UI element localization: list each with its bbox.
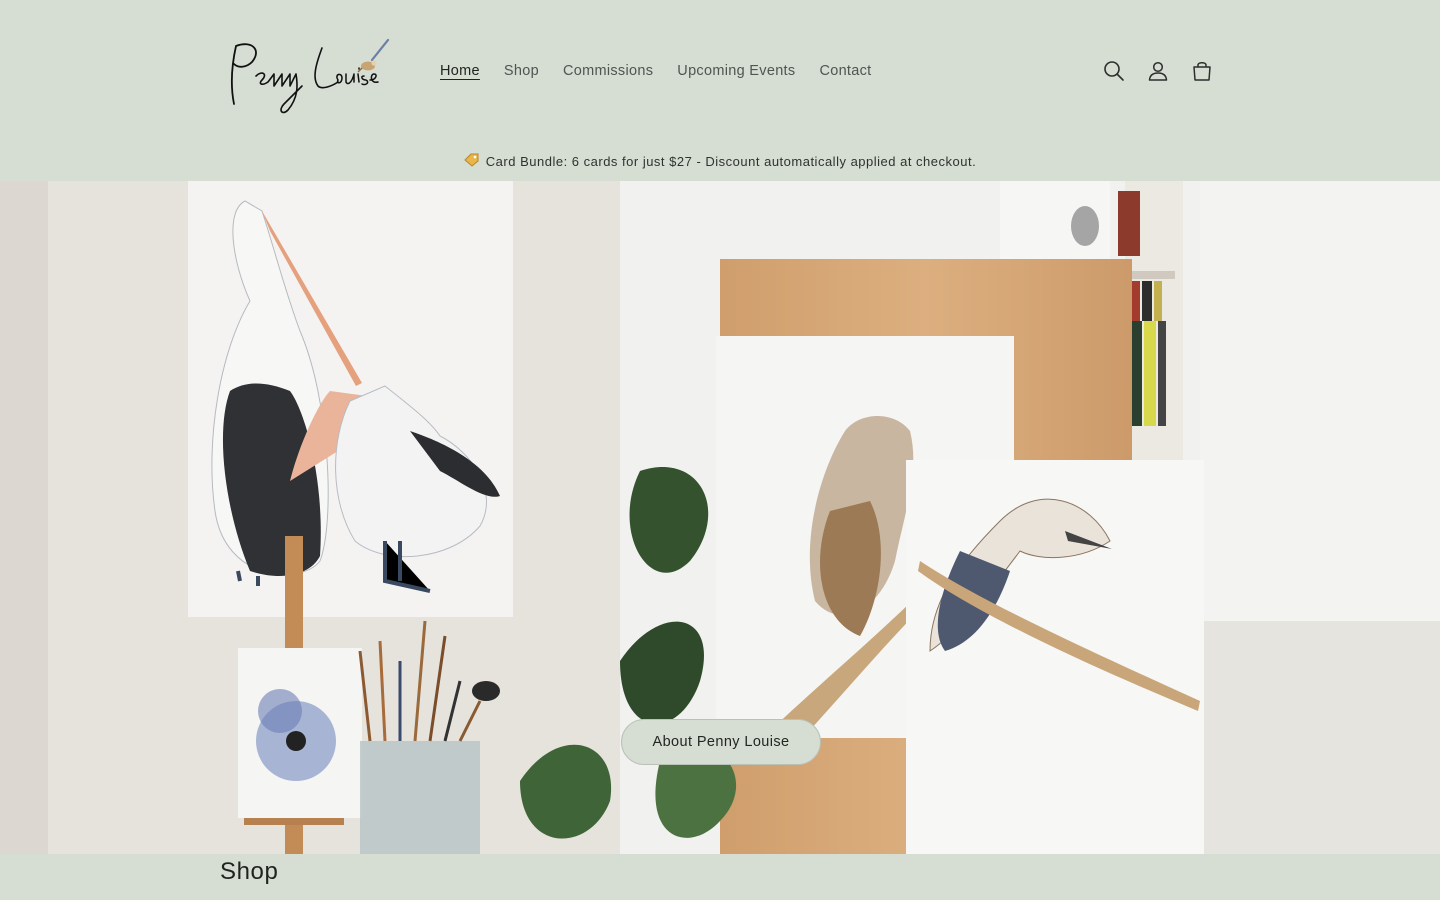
nav-commissions[interactable]: Commissions [551, 59, 665, 83]
tag-icon [464, 153, 480, 170]
nav-contact[interactable]: Contact [807, 59, 883, 83]
shop-section-heading: Shop [220, 858, 279, 885]
cart-button[interactable] [1180, 49, 1224, 93]
main-nav: Home Shop Commissions Upcoming Events Co… [428, 58, 884, 84]
nav-upcoming-events[interactable]: Upcoming Events [665, 59, 807, 83]
account-button[interactable] [1136, 49, 1180, 93]
announcement-bar: Card Bundle: 6 cards for just $27 - Disc… [0, 142, 1440, 181]
header-icons [1092, 49, 1224, 93]
site-header: Home Shop Commissions Upcoming Events Co… [0, 0, 1440, 142]
search-button[interactable] [1092, 49, 1136, 93]
site-logo[interactable] [222, 34, 394, 116]
search-icon [1104, 61, 1124, 81]
nav-home[interactable]: Home [428, 59, 492, 83]
announcement-text: Card Bundle: 6 cards for just $27 - Disc… [485, 154, 977, 169]
account-icon [1148, 61, 1168, 81]
cart-icon [1193, 62, 1211, 81]
nav-shop[interactable]: Shop [492, 59, 551, 83]
penny-louise-logo [230, 38, 390, 114]
hero-banner: About Penny Louise [0, 181, 1440, 854]
about-penny-louise-button[interactable]: About Penny Louise [621, 719, 821, 765]
